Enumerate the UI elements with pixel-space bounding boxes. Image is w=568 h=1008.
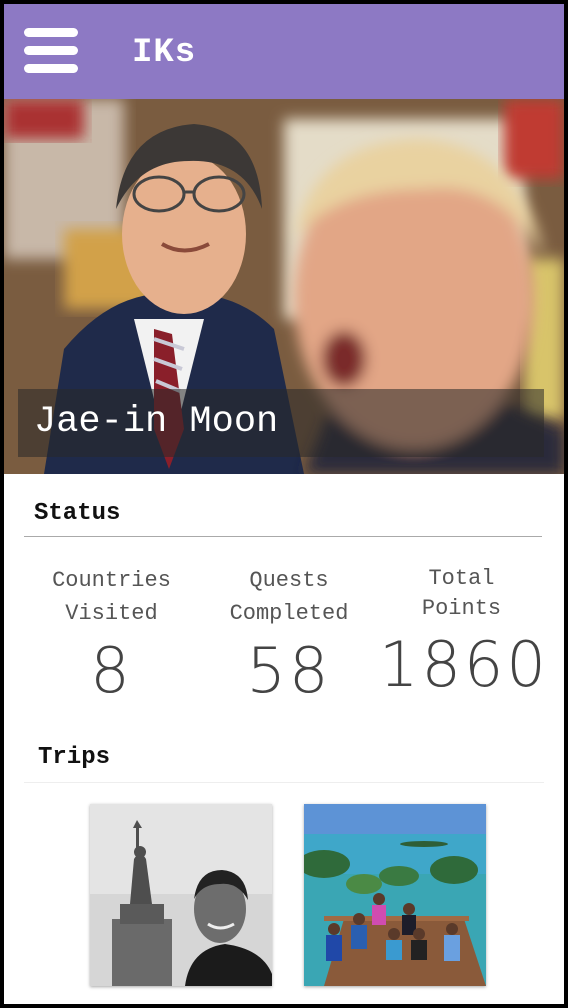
trips-divider	[24, 782, 544, 783]
stat-total-points: Total Points 1860	[379, 564, 549, 701]
stat-label-line2: Visited	[65, 601, 158, 626]
stat-label-line1: Quests	[249, 568, 329, 593]
stat-label-line2: Points	[421, 596, 502, 621]
app-title: IKs	[132, 34, 197, 72]
trip-photo-islands[interactable]	[304, 804, 486, 986]
stat-label-line1: Total	[428, 566, 495, 591]
stat-quests-completed: Quests Completed 58	[209, 564, 369, 707]
stat-value: 58	[246, 634, 332, 707]
stat-value: 1860	[379, 628, 549, 701]
stat-label-line2: Completed	[229, 601, 349, 626]
stat-value: 8	[90, 634, 133, 707]
trip-photo-new-york[interactable]	[90, 804, 272, 986]
app-screen: IKs Jae-in Moon Status Countries Visited…	[4, 4, 564, 1004]
status-heading: Status	[34, 500, 121, 527]
top-app-bar: IKs	[4, 4, 564, 99]
trips-heading: Trips	[38, 744, 111, 771]
hamburger-menu-icon[interactable]	[24, 28, 78, 74]
stat-label-line1: Countries	[52, 568, 171, 593]
stat-countries-visited: Countries Visited 8	[34, 564, 189, 707]
profile-name-banner: Jae-in Moon	[18, 389, 544, 457]
profile-name: Jae-in Moon	[34, 401, 279, 443]
profile-cover-photo: Jae-in Moon	[4, 99, 564, 474]
status-divider	[24, 536, 542, 537]
